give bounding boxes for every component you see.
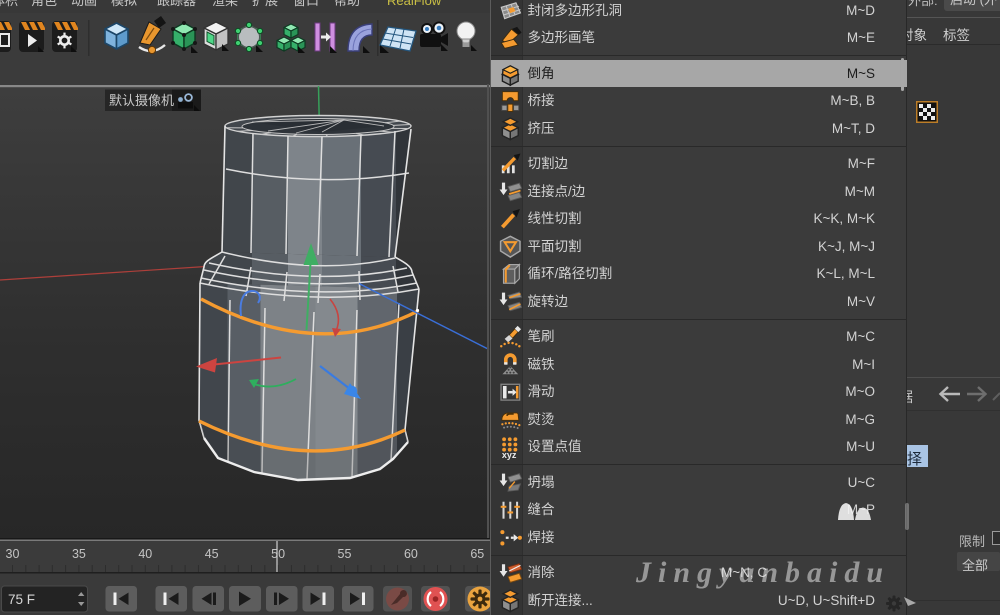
- svg-text:65: 65: [470, 547, 484, 561]
- svg-text:60: 60: [404, 547, 418, 561]
- svg-text:45: 45: [205, 547, 219, 561]
- svg-text:75 F: 75 F: [8, 592, 35, 607]
- svg-text:30: 30: [6, 547, 20, 561]
- svg-text:默认摄像机: 默认摄像机: [109, 93, 174, 108]
- svg-text:50: 50: [271, 547, 285, 561]
- svg-text:55: 55: [338, 547, 352, 561]
- svg-text:40: 40: [138, 547, 152, 561]
- svg-text:xyz: xyz: [502, 449, 517, 459]
- svg-text:35: 35: [72, 547, 86, 561]
